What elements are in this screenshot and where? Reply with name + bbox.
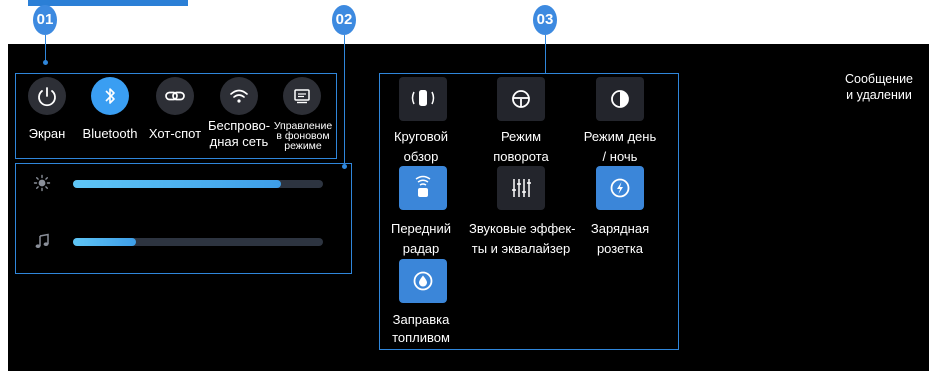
wifi-button-label-1: Беспрово-	[207, 118, 271, 133]
section-heading-fragment	[28, 0, 188, 6]
front-radar-label-1: Передний	[390, 221, 452, 236]
front-radar-label-2: радар	[402, 241, 440, 256]
charging-socket-tile[interactable]	[596, 166, 644, 210]
power-icon	[38, 87, 56, 107]
panel-01-join	[45, 73, 46, 74]
steering-wheel-icon	[512, 90, 530, 108]
equalizer-icon	[512, 179, 531, 197]
callout-03-leader	[545, 35, 546, 73]
wifi-button[interactable]	[220, 77, 258, 115]
screen-button-label: Экран	[28, 126, 66, 141]
message-label-2: и удалении	[846, 88, 912, 102]
charging-icon	[610, 178, 630, 198]
surround-view-label-2: обзор	[403, 149, 439, 164]
background-mode-button[interactable]	[283, 77, 321, 115]
turn-mode-label-1: Режим	[500, 129, 542, 144]
surround-view-label-1: Круговой	[393, 129, 449, 144]
callout-02: 02	[332, 5, 356, 35]
hotspot-button-label: Хот-спот	[148, 126, 202, 141]
equalizer-tile[interactable]	[497, 166, 545, 210]
background-mode-label-3: режиме	[284, 140, 322, 152]
link-icon	[165, 91, 185, 101]
turn-mode-label-2: поворота	[493, 149, 549, 164]
bluetooth-icon	[105, 88, 115, 104]
charging-socket-label-1: Зарядная	[590, 221, 650, 236]
brightness-slider[interactable]	[73, 180, 323, 188]
callout-01-leader	[45, 35, 46, 61]
equalizer-label-1: Звуковые эффек-	[469, 221, 576, 236]
bluetooth-button-label: Bluetooth	[82, 126, 138, 141]
front-radar-icon	[415, 175, 431, 197]
day-night-label-1: Режим день	[583, 129, 657, 144]
surround-view-icon	[411, 90, 435, 106]
screen-power-button[interactable]	[28, 77, 66, 115]
callout-01: 01	[33, 5, 57, 35]
charging-socket-label-2: розетка	[596, 241, 644, 256]
fuel-drop-icon	[413, 271, 433, 291]
message-label-1: Сообщение	[844, 72, 914, 86]
music-note-icon	[35, 233, 49, 248]
callout-02-leader	[344, 35, 345, 166]
refueling-tile[interactable]	[399, 259, 447, 303]
bluetooth-button[interactable]	[91, 77, 129, 115]
refueling-label-2: топливом	[392, 330, 450, 345]
callout-03: 03	[533, 5, 557, 35]
brightness-icon	[33, 174, 51, 192]
volume-slider-fill	[73, 238, 136, 246]
volume-slider[interactable]	[73, 238, 323, 246]
monitor-icon	[294, 89, 310, 104]
equalizer-label-2: ты и эквалайзер	[471, 241, 571, 256]
wifi-icon	[230, 89, 248, 103]
hotspot-button[interactable]	[156, 77, 194, 115]
surround-view-tile[interactable]	[399, 77, 447, 121]
turn-mode-tile[interactable]	[497, 77, 545, 121]
day-night-icon	[611, 90, 629, 108]
refueling-label-1: Заправка	[392, 312, 450, 327]
brightness-slider-fill	[73, 180, 281, 188]
callout-01-dot	[43, 60, 48, 65]
front-radar-tile[interactable]	[399, 166, 447, 210]
day-night-label-2: / ночь	[602, 149, 638, 164]
wifi-button-label-2: дная сеть	[209, 134, 269, 149]
day-night-tile[interactable]	[596, 77, 644, 121]
